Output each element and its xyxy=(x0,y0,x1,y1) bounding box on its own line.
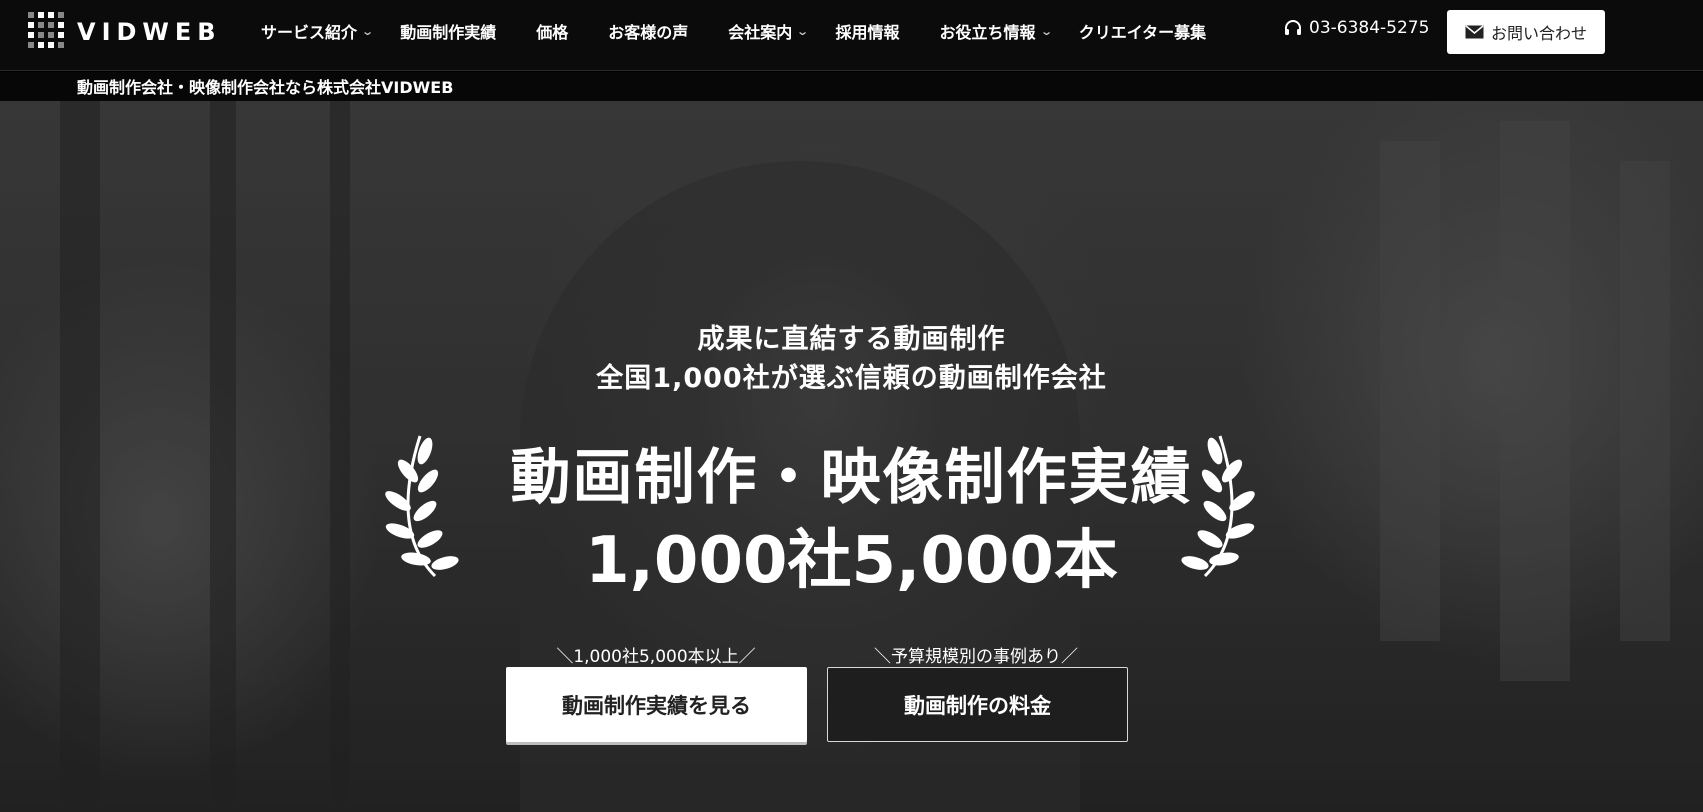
nav-item-label: 価格 xyxy=(536,23,569,42)
nav-item-recruit[interactable]: 採用情報 xyxy=(836,19,900,43)
nav-item-label: 会社案内 xyxy=(728,23,793,42)
pricing-button[interactable]: 動画制作の料金 xyxy=(827,667,1128,742)
phone-link[interactable]: 03-6384-5275 xyxy=(1283,18,1429,38)
nav-item-resources[interactable]: お役立ち情報 ⌄ xyxy=(939,19,1053,43)
logo-text: VIDWEB xyxy=(77,18,222,46)
nav-item-works[interactable]: 動画制作実績 xyxy=(400,19,496,43)
cta-primary-note: ＼1,000社5,000本以上／ xyxy=(556,647,756,667)
site-logo[interactable]: VIDWEB xyxy=(28,12,222,52)
nav-item-label: 動画制作実績 xyxy=(400,23,497,42)
nav-item-label: サービス紹介 xyxy=(261,23,358,42)
contact-button[interactable]: お問い合わせ xyxy=(1447,10,1605,54)
phone-number: 03-6384-5275 xyxy=(1309,18,1430,38)
chevron-down-icon: ⌄ xyxy=(1039,24,1053,38)
site-tagline-bar: 動画制作会社・映像制作会社なら株式会社VIDWEB xyxy=(0,72,1703,101)
view-works-button[interactable]: 動画制作実績を見る xyxy=(506,667,807,742)
site-tagline: 動画制作会社・映像制作会社なら株式会社VIDWEB xyxy=(77,78,454,97)
view-works-button-label: 動画制作実績を見る xyxy=(562,693,751,718)
cta-secondary-note: ＼予算規模別の事例あり／ xyxy=(874,647,1078,667)
nav-item-label: お役立ち情報 xyxy=(939,23,1036,42)
nav-item-testimonials[interactable]: お客様の声 xyxy=(608,19,688,43)
nav-item-label: クリエイター募集 xyxy=(1078,23,1207,42)
nav-item-creators[interactable]: クリエイター募集 xyxy=(1079,19,1206,43)
nav-item-pricing[interactable]: 価格 xyxy=(536,19,568,43)
nav-item-services[interactable]: サービス紹介 ⌄ xyxy=(261,19,375,43)
pricing-button-label: 動画制作の料金 xyxy=(904,693,1051,718)
headset-icon xyxy=(1285,20,1301,35)
chevron-down-icon: ⌄ xyxy=(361,24,375,38)
logo-grid-icon xyxy=(28,12,66,52)
nav-item-label: お客様の声 xyxy=(608,23,689,42)
hero-tagline-1: 成果に直結する動画制作 xyxy=(697,324,1006,355)
nav-item-company[interactable]: 会社案内 ⌄ xyxy=(728,19,810,43)
hero-section: 成果に直結する動画制作 全国1,000社が選ぶ信頼の動画制作会社 動画制作・映像… xyxy=(0,101,1703,812)
hero-tagline-2: 全国1,000社が選ぶ信頼の動画制作会社 xyxy=(596,363,1107,394)
top-navigation: VIDWEB サービス紹介 ⌄ 動画制作実績 価格 お客様の声 会社案内 ⌄ 採… xyxy=(0,0,1703,71)
hero-headline: 動画制作・映像制作実績 xyxy=(510,443,1193,513)
nav-item-label: 採用情報 xyxy=(835,23,900,42)
hero-headline-count: 1,000社5,000本 xyxy=(585,524,1118,598)
main-nav: サービス紹介 ⌄ 動画制作実績 価格 お客様の声 会社案内 ⌄ 採用情報 お役立… xyxy=(261,0,1246,62)
envelope-icon xyxy=(1465,25,1484,39)
chevron-down-icon: ⌄ xyxy=(796,24,810,38)
contact-button-label: お問い合わせ xyxy=(1490,24,1587,43)
